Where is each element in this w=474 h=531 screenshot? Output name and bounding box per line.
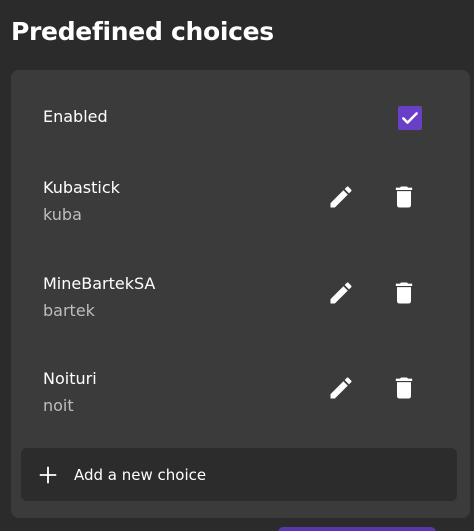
add-choice-button[interactable]: Add a new choice (21, 448, 457, 501)
enabled-checkbox[interactable] (398, 106, 422, 130)
enabled-label: Enabled (43, 107, 108, 126)
trash-icon (395, 186, 413, 208)
pencil-icon (330, 186, 352, 208)
edit-choice-button[interactable] (324, 276, 358, 310)
choice-value: noit (43, 396, 74, 415)
choice-name: Noituri (43, 369, 97, 388)
trash-icon (395, 377, 413, 399)
pencil-icon (330, 282, 352, 304)
choices-card: Enabled Kubastick kuba MineBartekSA bart… (11, 70, 470, 518)
choice-name: Kubastick (43, 178, 120, 197)
check-icon (402, 112, 418, 124)
enabled-row: Enabled (11, 70, 470, 166)
choice-value: kuba (43, 205, 82, 224)
delete-choice-button[interactable] (387, 180, 421, 214)
delete-choice-button[interactable] (387, 371, 421, 405)
predefined-choices-page: Predefined choices Enabled Kubastick kub… (0, 0, 474, 531)
add-choice-label: Add a new choice (74, 466, 207, 484)
delete-choice-button[interactable] (387, 276, 421, 310)
choice-value: bartek (43, 301, 95, 320)
choice-item: Kubastick kuba (11, 166, 470, 262)
pencil-icon (330, 377, 352, 399)
save-button-edge[interactable] (278, 527, 436, 531)
edit-choice-button[interactable] (324, 180, 358, 214)
choice-item: MineBartekSA bartek (11, 262, 470, 358)
page-title: Predefined choices (11, 17, 274, 46)
plus-icon (39, 466, 57, 484)
choice-item: Noituri noit (11, 357, 470, 453)
choice-name: MineBartekSA (43, 274, 156, 293)
edit-choice-button[interactable] (324, 371, 358, 405)
trash-icon (395, 282, 413, 304)
